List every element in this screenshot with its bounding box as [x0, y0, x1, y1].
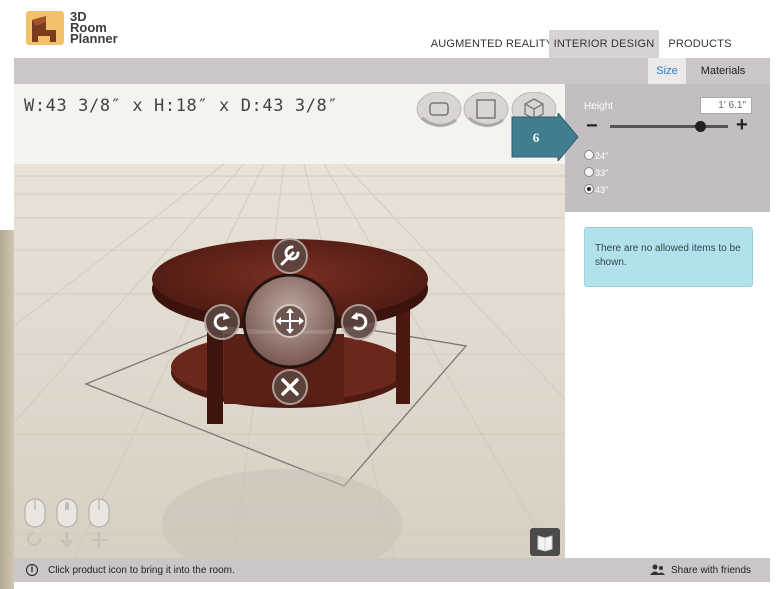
tab-products[interactable]: PRODUCTS	[660, 30, 740, 58]
mouse-middle-icon[interactable]	[56, 498, 78, 528]
status-hint: Click product icon to bring it into the …	[48, 565, 235, 576]
rotate-clockwise-icon[interactable]	[204, 304, 240, 340]
delete-icon[interactable]	[272, 369, 308, 405]
catalog-book-icon[interactable]	[530, 528, 560, 556]
navigation-controls	[24, 498, 110, 549]
rotate-counterclockwise-icon[interactable]	[341, 304, 377, 340]
share-with-friends-link[interactable]: Share with friends	[671, 565, 751, 576]
no-items-notice: There are no allowed items to be shown.	[584, 227, 753, 287]
rotate-icon	[27, 532, 42, 546]
tab-materials[interactable]: Materials	[694, 58, 752, 84]
radio-icon	[584, 167, 594, 177]
mouse-left-icon[interactable]	[24, 498, 46, 528]
tab-size[interactable]: Size	[648, 58, 686, 84]
callout-arrow: 6	[511, 113, 579, 161]
radio-selected-icon	[584, 184, 594, 194]
object-controls	[204, 238, 377, 405]
right-margin	[770, 0, 776, 589]
left-background-strip	[0, 230, 14, 589]
bottom-margin	[14, 582, 770, 589]
height-value-field[interactable]: 1' 6.1"	[700, 97, 752, 114]
app-logo[interactable]: 3D Room Planner	[26, 8, 136, 54]
dimensions-readout: W:43 3/8″ x H:18″ x D:43 3/8″	[24, 96, 339, 116]
down-arrow-icon	[60, 532, 74, 549]
logo-text: 3D Room Planner	[70, 9, 118, 46]
perspective-view-icon[interactable]	[416, 92, 462, 127]
height-option-43[interactable]: 43"	[584, 183, 608, 197]
chair-logo-icon	[26, 11, 64, 45]
pan-icon	[91, 532, 107, 548]
height-decrease-button[interactable]: −	[586, 116, 600, 136]
height-slider[interactable]	[610, 125, 728, 128]
tab-interior-design[interactable]: INTERIOR DESIGN	[549, 30, 659, 58]
callout-number: 6	[533, 130, 540, 145]
move-icon[interactable]	[273, 304, 307, 338]
top-view-icon[interactable]	[463, 92, 509, 127]
3d-viewer[interactable]: W:43 3/8″ x H:18″ x D:43 3/8″	[14, 84, 565, 558]
info-icon: i	[26, 564, 38, 576]
wrench-icon[interactable]	[272, 238, 308, 274]
share-people-icon[interactable]	[650, 564, 666, 576]
height-option-33[interactable]: 33"	[584, 166, 608, 180]
height-label: Height	[584, 101, 613, 112]
tab-augmented-reality[interactable]: AUGMENTED REALITY	[418, 30, 566, 58]
radio-icon	[584, 150, 594, 160]
height-increase-button[interactable]: +	[736, 115, 748, 135]
mouse-right-icon[interactable]	[88, 498, 110, 528]
height-option-24[interactable]: 24"	[584, 149, 608, 163]
app-frame: { "app": { "logo_lines": ["3D", "Room", …	[0, 0, 776, 589]
